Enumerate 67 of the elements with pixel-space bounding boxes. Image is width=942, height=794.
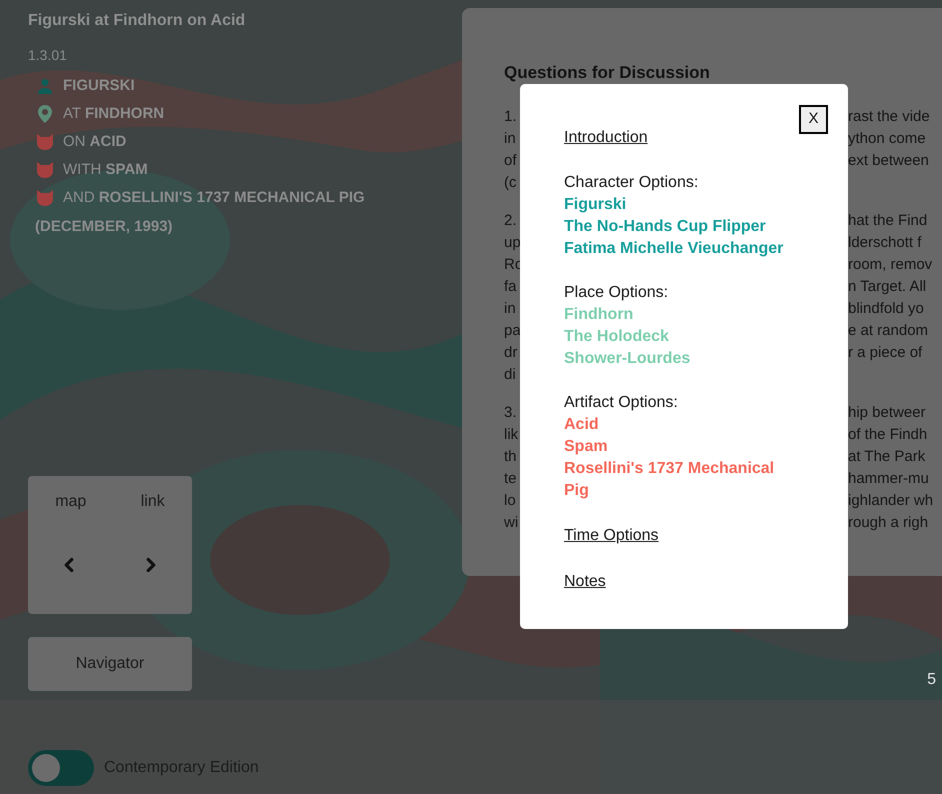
text-fragment: lik	[504, 426, 518, 443]
panel-heading: Questions for Discussion	[504, 64, 710, 82]
credit-line: FIGURSKI	[63, 76, 135, 96]
pig-face-icon	[37, 162, 53, 178]
text-fragment: th	[504, 448, 517, 465]
option-link[interactable]: Spam	[564, 436, 608, 458]
credit-line: WITH SPAM	[63, 160, 148, 180]
navigator-button[interactable]: Navigator	[28, 636, 192, 690]
option-link[interactable]: Acid	[564, 414, 599, 436]
text-fragment: (c	[504, 174, 516, 191]
text-fragment: dr	[504, 344, 518, 361]
date-text: (DECEMBER, 1993)	[34, 217, 173, 237]
app-title: Figurski at Findhorn on Acid	[28, 11, 246, 31]
text-fragment: 1.	[504, 108, 517, 125]
nav-link[interactable]: link	[140, 490, 165, 514]
text-fragment: hat the Find	[848, 210, 928, 231]
person-icon	[37, 78, 53, 94]
text-fragment: e at random	[848, 320, 928, 341]
text-fragment: lo	[504, 492, 516, 509]
section-link[interactable]: Notes	[564, 570, 606, 594]
option-link[interactable]: Findhorn	[564, 304, 634, 326]
text-fragment: 2.	[504, 212, 517, 229]
credit-line: ON ACID	[63, 132, 126, 152]
text-fragment: wi	[504, 514, 518, 531]
nav-link[interactable]: map	[55, 490, 86, 514]
page-number: 5	[927, 670, 936, 690]
text-fragment: te	[504, 470, 517, 487]
text-fragment: ython come	[848, 128, 926, 149]
text-fragment: hip betweer	[848, 402, 926, 423]
options-heading: Artifact Options:	[564, 393, 678, 413]
options-heading: Place Options:	[564, 283, 668, 303]
pig-face-icon	[37, 134, 53, 150]
pig-face-icon	[37, 190, 53, 206]
section-link[interactable]: Time Options	[564, 524, 659, 548]
text-fragment: of	[504, 152, 517, 169]
text-fragment: fa	[504, 278, 517, 295]
text-fragment: rast the vide	[848, 106, 930, 127]
text-fragment: of the Findh	[848, 424, 928, 445]
text-fragment: in	[504, 130, 516, 147]
text-fragment: r a piece of	[848, 342, 922, 363]
text-fragment: lderschott f	[848, 232, 922, 253]
option-link[interactable]: The No-Hands Cup Flipper	[564, 216, 766, 238]
section-link[interactable]: Introduction	[564, 126, 648, 150]
option-link[interactable]: Figurski	[564, 194, 626, 216]
text-fragment: hammer-mu	[848, 468, 929, 489]
option-link[interactable]: Fatima Michelle Vieuchanger	[564, 238, 784, 260]
text-fragment: room, remov	[848, 254, 932, 275]
text-fragment: in	[504, 300, 516, 317]
text-fragment: 3.	[504, 404, 517, 421]
option-link[interactable]: Rosellini's 1737 Mechanical Pig	[564, 458, 794, 502]
text-fragment: up	[504, 234, 521, 251]
text-fragment: ighlander wh	[848, 490, 934, 511]
text-fragment: ext between	[848, 150, 929, 171]
text-fragment: rough a righ	[848, 512, 928, 533]
options-heading: Character Options:	[564, 173, 698, 193]
credit-line: AND ROSELLINI'S 1737 MECHANICAL PIG	[63, 188, 365, 208]
text-fragment: at The Park	[848, 446, 926, 467]
text-fragment: pa	[504, 322, 521, 339]
option-link[interactable]: Shower-Lourdes	[564, 348, 690, 370]
version-number: 1.3.01	[28, 46, 67, 65]
close-button[interactable]: X	[799, 105, 828, 134]
map-pin-icon	[38, 105, 52, 123]
text-fragment: di	[504, 366, 516, 383]
credit-line: AT FINDHORN	[63, 104, 164, 124]
text-fragment: n Target. All	[848, 276, 926, 297]
text-fragment: blindfold yo	[848, 298, 924, 319]
option-link[interactable]: The Holodeck	[564, 326, 669, 348]
